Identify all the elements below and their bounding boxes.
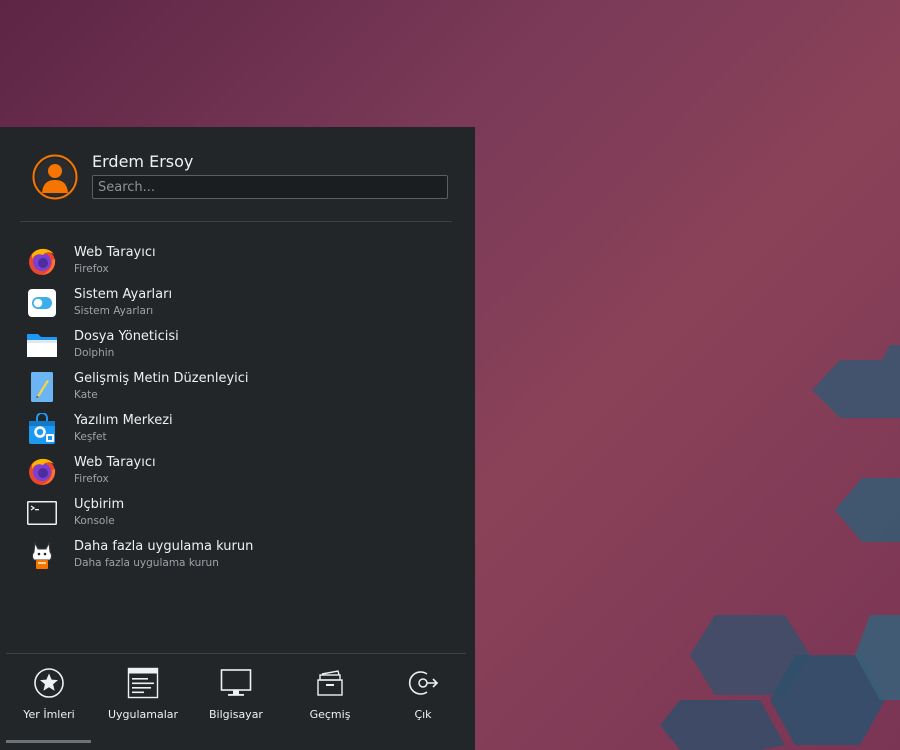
- firefox-icon: [29, 458, 56, 485]
- tab-label: Çık: [414, 708, 432, 721]
- app-name: Gelişmiş Metin Düzenleyici: [74, 371, 249, 386]
- application-launcher: Erdem Ersoy Web Tarayıcı Firefox Sistem …: [0, 127, 475, 750]
- app-subtitle: Firefox: [74, 473, 109, 485]
- more-apps-icon: [32, 541, 52, 569]
- terminal-icon: [27, 501, 57, 525]
- history-icon: [317, 670, 343, 696]
- list-item[interactable]: Web Tarayıcı Firefox: [0, 449, 475, 491]
- software-store-icon: [29, 413, 55, 444]
- app-name: Uçbirim: [74, 497, 125, 512]
- active-tab-indicator: [6, 740, 91, 743]
- list-item[interactable]: Daha fazla uygulama kurun Daha fazla uyg…: [0, 533, 475, 575]
- tab-bookmarks[interactable]: Yer İmleri: [4, 657, 94, 737]
- applications-icon: [127, 667, 159, 699]
- tab-label: Bilgisayar: [209, 708, 263, 721]
- app-subtitle: Dolphin: [74, 347, 115, 359]
- text-editor-icon: [31, 372, 53, 402]
- computer-icon: [220, 669, 252, 696]
- app-subtitle: Konsole: [74, 515, 115, 527]
- favorites-list: Web Tarayıcı Firefox Sistem Ayarları Sis…: [0, 239, 475, 575]
- app-subtitle: Daha fazla uygulama kurun: [74, 557, 219, 569]
- user-avatar-icon[interactable]: [32, 154, 78, 200]
- tab-computer[interactable]: Bilgisayar: [191, 657, 281, 737]
- header-divider: [20, 221, 452, 222]
- tab-leave[interactable]: Çık: [378, 657, 468, 737]
- list-item[interactable]: Yazılım Merkezi Keşfet: [0, 407, 475, 449]
- list-item[interactable]: Dosya Yöneticisi Dolphin: [0, 323, 475, 365]
- app-subtitle: Firefox: [74, 263, 109, 275]
- logout-icon: [408, 671, 439, 695]
- tab-history[interactable]: Geçmiş: [285, 657, 375, 737]
- settings-icon: [28, 289, 56, 317]
- tab-label: Yer İmleri: [23, 708, 75, 721]
- list-item[interactable]: Gelişmiş Metin Düzenleyici Kate: [0, 365, 475, 407]
- footer-divider: [6, 653, 466, 654]
- firefox-icon: [29, 248, 56, 275]
- tab-applications[interactable]: Uygulamalar: [98, 657, 188, 737]
- launcher-header: Erdem Ersoy: [32, 152, 452, 204]
- tab-label: Geçmiş: [309, 708, 351, 721]
- app-name: Dosya Yöneticisi: [74, 329, 179, 344]
- app-name: Web Tarayıcı: [74, 455, 156, 470]
- app-subtitle: Kate: [74, 389, 98, 401]
- app-name: Yazılım Merkezi: [74, 413, 173, 428]
- star-icon: [34, 668, 64, 698]
- launcher-tabs: Yer İmleri Uygulamalar Bilgisayar Geçmiş…: [0, 657, 475, 737]
- app-subtitle: Keşfet: [74, 431, 107, 443]
- user-name: Erdem Ersoy: [92, 152, 194, 171]
- tab-label: Uygulamalar: [107, 708, 179, 721]
- list-item[interactable]: Uçbirim Konsole: [0, 491, 475, 533]
- search-input[interactable]: [92, 175, 448, 199]
- list-item[interactable]: Web Tarayıcı Firefox: [0, 239, 475, 281]
- list-item[interactable]: Sistem Ayarları Sistem Ayarları: [0, 281, 475, 323]
- app-subtitle: Sistem Ayarları: [74, 305, 154, 317]
- app-name: Web Tarayıcı: [74, 245, 156, 260]
- app-name: Daha fazla uygulama kurun: [74, 539, 254, 554]
- folder-icon: [27, 334, 57, 357]
- app-name: Sistem Ayarları: [74, 287, 173, 302]
